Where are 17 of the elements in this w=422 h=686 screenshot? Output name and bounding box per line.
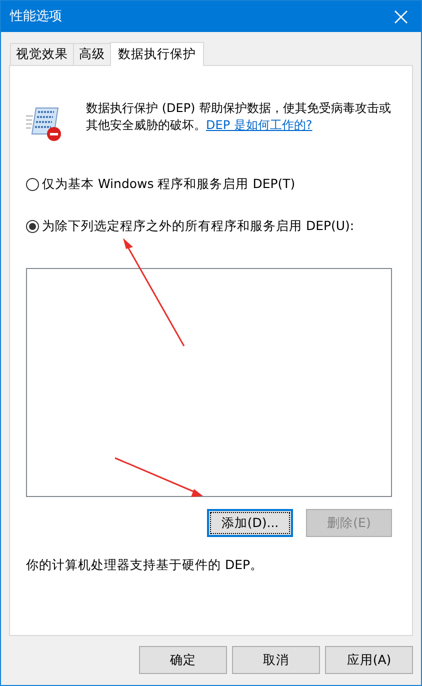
radio-button[interactable] xyxy=(26,220,39,233)
list-button[interactable]: 添加(D)... xyxy=(207,509,293,537)
hardware-support-text: 你的计算机处理器支持基于硬件的 DEP。 xyxy=(26,556,264,574)
window-title: 性能选项 xyxy=(10,8,62,26)
radio-button[interactable] xyxy=(26,178,39,191)
dialog-button[interactable]: 应用(A) xyxy=(325,646,413,674)
radio-option[interactable]: 为除下列选定程序之外的所有程序和服务启用 DEP(U): xyxy=(26,218,396,235)
dialog-button[interactable]: 取消 xyxy=(232,646,320,674)
radio-label: 仅为基本 Windows 程序和服务启用 DEP(T) xyxy=(42,175,296,194)
radio-option[interactable]: 仅为基本 Windows 程序和服务启用 DEP(T) xyxy=(26,176,396,193)
dep-description: 数据执行保护 (DEP) 帮助保护数据，使其免受病毒攻击或其他安全威胁的破坏。DEP 是如何工作的? xyxy=(86,100,392,134)
tab[interactable]: 视觉效果 xyxy=(10,43,74,65)
dep-help-link[interactable]: DEP 是如何工作的? xyxy=(206,118,312,132)
tab[interactable]: 数据执行保护 xyxy=(110,42,204,66)
close-icon xyxy=(394,10,408,24)
radio-label: 为除下列选定程序之外的所有程序和服务启用 DEP(U): xyxy=(42,217,354,236)
dialog-button[interactable]: 确定 xyxy=(139,646,227,674)
